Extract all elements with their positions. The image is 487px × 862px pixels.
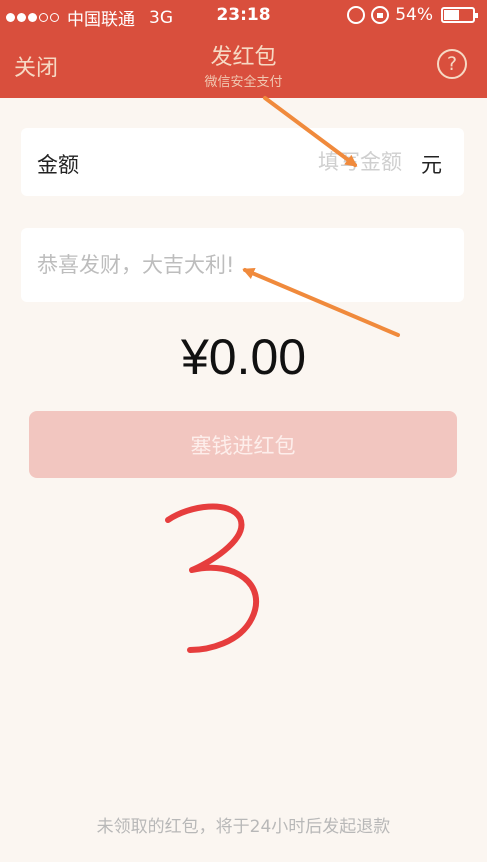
page-title: 发红包 — [210, 45, 277, 70]
amount-card: 金额 元 — [21, 128, 464, 196]
location-icon — [347, 6, 366, 24]
battery-percent: 54% — [395, 5, 433, 25]
rotation-lock-icon — [371, 6, 390, 24]
message-card — [21, 228, 464, 302]
nav-bar: 关闭 发红包 微信安全支付 ? — [0, 30, 487, 98]
total-amount: ¥0.00 — [180, 329, 307, 385]
amount-input[interactable] — [252, 146, 402, 178]
amount-unit: 元 — [421, 153, 442, 177]
page-subtitle: 微信安全支付 — [204, 75, 283, 90]
refund-note: 未领取的红包，将于24小时后发起退款 — [96, 817, 391, 837]
status-right: 54% — [347, 5, 478, 25]
message-input[interactable] — [37, 248, 437, 282]
amount-label: 金额 — [37, 153, 79, 177]
status-bar: 中国联通 3G 23:18 54% — [0, 0, 487, 30]
submit-button[interactable]: 塞钱进红包 — [29, 411, 457, 478]
help-icon[interactable]: ? — [437, 49, 467, 79]
battery-icon — [441, 7, 478, 23]
annotation-handwritten-3 — [165, 503, 260, 653]
